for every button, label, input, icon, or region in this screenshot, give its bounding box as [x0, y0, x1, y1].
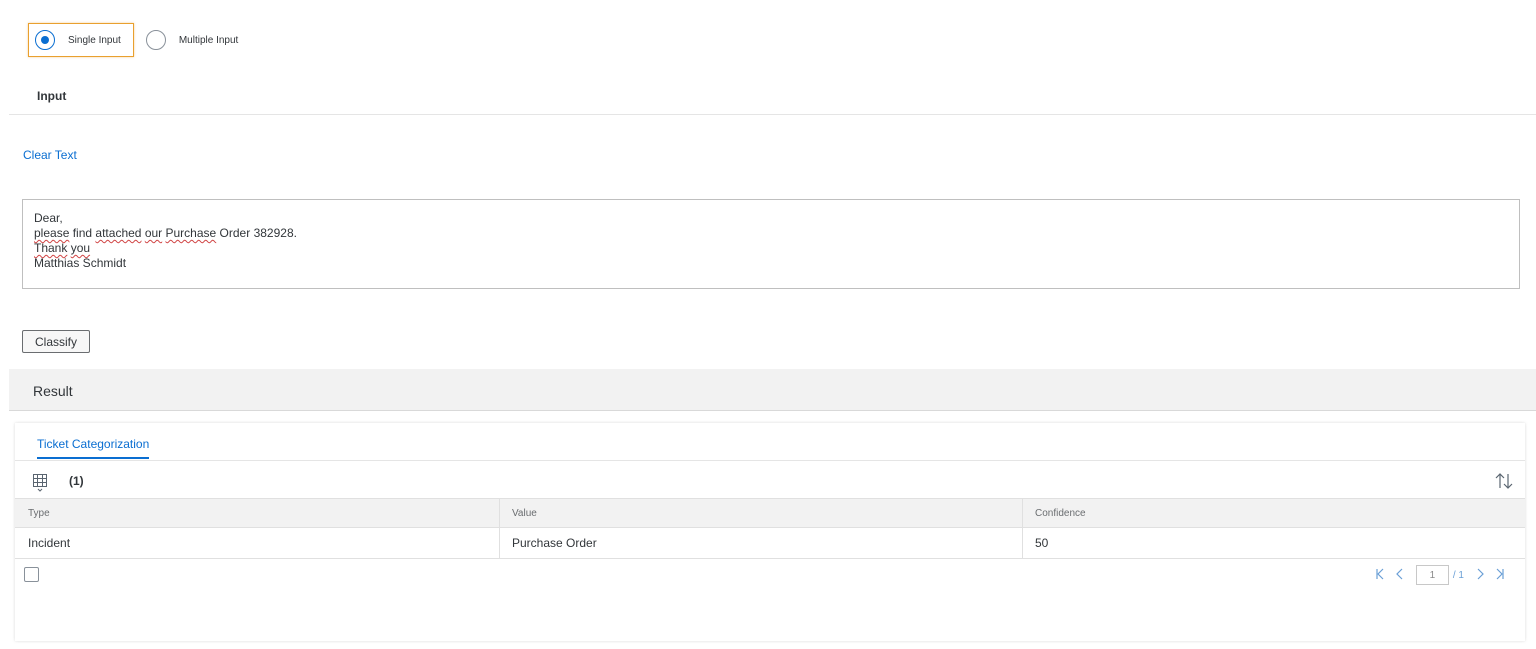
spellcheck-word: attached: [95, 226, 142, 240]
result-panel: Ticket Categorization (1) Type Value Con…: [15, 423, 1525, 641]
radio-multiple-input-label: Multiple Input: [178, 34, 239, 46]
textarea-line: Dear,: [34, 211, 63, 225]
radio-single-input[interactable]: Single Input: [28, 23, 134, 57]
page-number-input[interactable]: [1415, 565, 1449, 585]
divider: [9, 114, 1536, 115]
table-header-row: Type Value Confidence: [15, 498, 1525, 528]
page-total: / 1: [1452, 569, 1464, 581]
column-header-type[interactable]: Type: [15, 499, 500, 527]
table-view-icon[interactable]: [30, 472, 50, 492]
textarea-line: Thank you: [34, 241, 1508, 256]
result-header-bar: Result: [9, 369, 1536, 411]
column-header-value[interactable]: Value: [500, 499, 1023, 527]
input-mode-radio-group: Single Input Multiple Input: [28, 23, 244, 57]
spellcheck-word: please: [34, 226, 70, 240]
textarea-line: Matthias Schmidt: [34, 256, 127, 270]
radio-button-checked[interactable]: [35, 30, 55, 50]
tab-ticket-categorization[interactable]: Ticket Categorization: [37, 437, 150, 459]
pagination: / 1: [1370, 565, 1510, 585]
row-count: (1): [69, 474, 84, 488]
input-section-title: Input: [37, 89, 67, 103]
clear-text-link[interactable]: Clear Text: [23, 148, 77, 162]
table-row[interactable]: Incident Purchase Order 50: [15, 528, 1525, 559]
sort-icon[interactable]: [1493, 472, 1515, 490]
spellcheck-word: Purchase: [165, 226, 217, 240]
last-page-icon[interactable]: [1490, 568, 1510, 583]
column-header-confidence[interactable]: Confidence: [1023, 499, 1525, 527]
classify-button[interactable]: Classify: [22, 330, 91, 353]
result-section-title: Result: [33, 383, 73, 399]
textarea-line: please find attached our Purchase Order …: [34, 226, 297, 240]
radio-single-input-label: Single Input: [68, 34, 121, 46]
spellcheck-word: you: [70, 241, 91, 255]
next-page-icon[interactable]: [1470, 568, 1490, 583]
spellcheck-word: Thank: [34, 241, 68, 255]
radio-multiple-input[interactable]: Multiple Input: [134, 23, 244, 57]
cell-value: Purchase Order: [500, 528, 1023, 558]
cell-type: Incident: [15, 528, 500, 558]
table-toolbar: (1): [15, 461, 1525, 498]
spellcheck-word: our: [144, 226, 163, 240]
radio-button-unchecked[interactable]: [145, 30, 166, 50]
select-all-checkbox[interactable]: [24, 567, 39, 582]
first-page-icon[interactable]: [1370, 568, 1390, 583]
previous-page-icon[interactable]: [1390, 568, 1410, 583]
input-textarea[interactable]: Dear, please find attached our Purchase …: [22, 199, 1520, 289]
cell-confidence: 50: [1035, 536, 1049, 550]
